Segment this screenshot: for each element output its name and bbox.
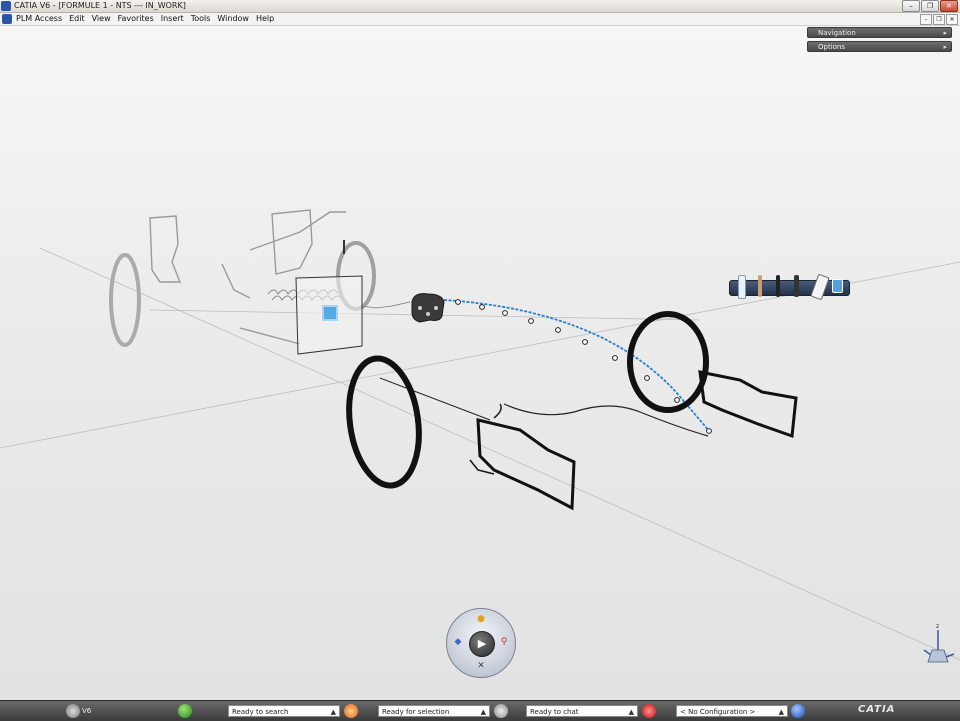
chevron-up-icon[interactable]: ▲ <box>779 706 784 718</box>
minimize-button[interactable]: – <box>902 0 920 12</box>
navigation-label: Navigation <box>818 29 856 37</box>
3d-scene[interactable] <box>0 26 960 700</box>
image-tool-icon[interactable] <box>832 279 843 293</box>
chat-text: Ready to chat <box>530 708 579 716</box>
document-icon[interactable] <box>2 14 12 24</box>
menu-bar: PLM Access Edit View Favorites Insert To… <box>0 13 960 26</box>
selection-field[interactable]: Ready for selection ▲ <box>378 705 490 717</box>
rear-wheel-ghost <box>109 253 141 347</box>
doc-close-button[interactable]: ✕ <box>946 14 958 25</box>
3d-viewport[interactable]: Navigation ▸ Options ▸ <box>0 26 960 700</box>
chevron-up-icon[interactable]: ▲ <box>331 706 336 718</box>
chevron-right-icon: ▸ <box>943 43 947 51</box>
side-pod-lower <box>493 403 502 419</box>
chassis-line <box>379 377 491 421</box>
sketch-plane[interactable] <box>295 275 363 355</box>
menu-insert[interactable]: Insert <box>161 13 191 25</box>
menu-items: PLM Access Edit View Favorites Insert To… <box>16 13 281 25</box>
catia-app-icon[interactable] <box>1 1 11 11</box>
doc-minimize-button[interactable]: – <box>920 14 932 25</box>
front-wing-right <box>698 370 798 439</box>
marker-tool-icon[interactable] <box>738 275 746 299</box>
search-icon[interactable] <box>344 704 358 718</box>
globe-icon[interactable]: ◆ <box>451 635 465 649</box>
tool-icon[interactable]: ✕ <box>474 659 488 673</box>
user-icon[interactable] <box>66 704 80 718</box>
folder-icon[interactable]: ● <box>474 612 488 626</box>
chat-field[interactable]: Ready to chat ▲ <box>526 705 638 717</box>
maximize-button[interactable]: ❐ <box>921 0 939 12</box>
menu-favorites[interactable]: Favorites <box>118 13 161 25</box>
menu-window[interactable]: Window <box>217 13 256 25</box>
axis-compass[interactable]: z <box>918 620 958 666</box>
window-controls: – ❐ ✕ <box>902 0 958 12</box>
close-button[interactable]: ✕ <box>940 0 958 12</box>
menu-tools[interactable]: Tools <box>191 13 218 25</box>
navigation-panel-button[interactable]: Navigation ▸ <box>807 27 952 38</box>
configuration-icon[interactable] <box>791 704 805 718</box>
chevron-up-icon[interactable]: ▲ <box>629 706 634 718</box>
menu-view[interactable]: View <box>92 13 118 25</box>
brush-tool-icon[interactable] <box>794 275 799 297</box>
chevron-right-icon: ▸ <box>943 29 947 37</box>
selection-marker-icon[interactable] <box>322 305 338 321</box>
doc-restore-button[interactable]: ❐ <box>933 14 945 25</box>
status-bar: V6 Ready to search ▲ Ready for selection… <box>0 700 960 721</box>
catia-logo: CATIA <box>858 704 896 715</box>
pen-tool-icon[interactable] <box>776 275 780 297</box>
steering-wheel-icon[interactable] <box>411 293 445 323</box>
options-panel-button[interactable]: Options ▸ <box>807 41 952 52</box>
menu-edit[interactable]: Edit <box>69 13 92 25</box>
tree-icon[interactable]: ⚲ <box>497 635 511 649</box>
title-bar: CATIA V6 - [FORMULE 1 - NTS --- IN_WORK]… <box>0 0 960 13</box>
pencil-tool-icon[interactable] <box>758 275 762 297</box>
configuration-text: < No Configuration > <box>680 708 756 716</box>
robot-compass[interactable]: ● ◆ ⚲ ✕ ▶ <box>446 608 516 678</box>
user-label: V6 <box>82 707 92 715</box>
front-left-wheel <box>346 355 422 489</box>
options-label: Options <box>818 43 846 51</box>
compass-globe-icon[interactable] <box>178 704 192 718</box>
search-text: Ready to search <box>232 708 289 716</box>
menu-plm-access[interactable]: PLM Access <box>16 13 69 25</box>
connector-line <box>361 301 411 309</box>
configuration-field[interactable]: < No Configuration > ▲ <box>676 705 788 717</box>
window-title: CATIA V6 - [FORMULE 1 - NTS --- IN_WORK] <box>14 1 186 10</box>
play-button[interactable]: ▶ <box>469 631 495 657</box>
select-icon[interactable] <box>494 704 508 718</box>
menu-help[interactable]: Help <box>256 13 281 25</box>
search-field[interactable]: Ready to search ▲ <box>228 705 340 717</box>
svg-text:z: z <box>936 623 939 630</box>
selection-text: Ready for selection <box>382 708 450 716</box>
chevron-up-icon[interactable]: ▲ <box>481 706 486 718</box>
chat-icon[interactable] <box>642 704 656 718</box>
sketch-toolbar <box>729 273 850 301</box>
document-controls: – ❐ ✕ <box>920 14 958 25</box>
